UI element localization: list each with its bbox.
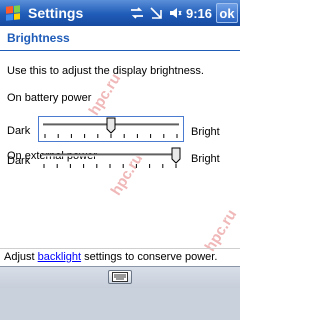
battery-slider-graphic	[43, 117, 179, 138]
battery-power-label: On battery power	[7, 92, 92, 104]
clock[interactable]: 9:16	[186, 6, 212, 21]
external-dark-label: Dark	[7, 155, 31, 167]
battery-brightness-slider[interactable]	[38, 116, 184, 142]
backlight-link[interactable]: backlight	[38, 251, 81, 263]
external-slider-graphic	[42, 147, 181, 168]
start-button[interactable]	[0, 0, 26, 26]
footer-hint: Adjust backlight settings to conserve po…	[4, 251, 217, 263]
battery-bright-label: Bright	[191, 126, 220, 138]
connectivity-icon[interactable]	[130, 6, 144, 20]
ok-button[interactable]: ok	[216, 3, 238, 23]
external-brightness-slider[interactable]	[38, 147, 184, 173]
intro-text: Use this to adjust the display brightnes…	[7, 65, 204, 77]
footer-suffix: settings to conserve power.	[81, 251, 218, 263]
battery-dark-label: Dark	[7, 125, 31, 137]
signal-off-icon[interactable]	[149, 6, 163, 20]
keyboard-icon[interactable]	[108, 270, 132, 284]
page-header: Brightness	[0, 26, 240, 51]
app-title: Settings	[28, 5, 84, 21]
menu-bar-bottom	[0, 288, 240, 320]
slider-thumb[interactable]	[171, 147, 181, 164]
external-bright-label: Bright	[191, 153, 220, 165]
speaker-icon[interactable]	[168, 6, 182, 20]
footer-prefix: Adjust	[4, 251, 38, 263]
slider-thumb[interactable]	[106, 117, 116, 134]
start-flag-icon	[6, 5, 20, 21]
page-title: Brightness	[7, 31, 70, 45]
title-bar: Settings 9:16 ok	[0, 0, 240, 26]
